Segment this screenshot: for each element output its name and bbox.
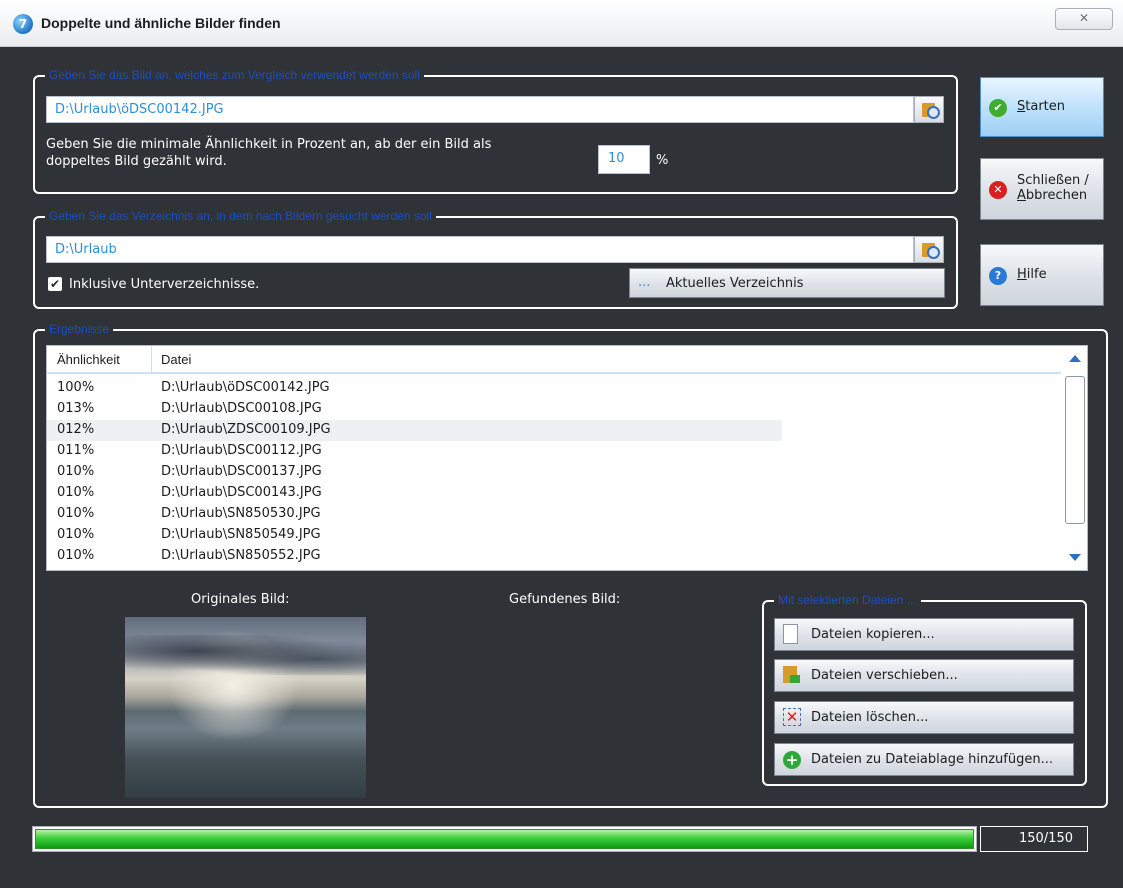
progress-bar: [32, 826, 977, 852]
table-row[interactable]: 013% D:\Urlaub\DSC00108.JPG: [47, 399, 782, 420]
table-row[interactable]: 010% D:\Urlaub\SN850552.JPG: [47, 546, 782, 567]
row-similarity: 010%: [57, 485, 95, 500]
row-file: D:\Urlaub\SN850549.JPG: [161, 527, 321, 542]
window-close-button[interactable]: ✕: [1055, 8, 1113, 30]
results-list-header: Ähnlichkeit Datei: [47, 346, 1061, 374]
close-cancel-button[interactable]: ✕ Schließen / Abbrechen: [980, 158, 1104, 220]
found-image-caption: Gefundenes Bild:: [509, 592, 621, 607]
reference-path-input[interactable]: D:\Urlaub\öDSC00142.JPG: [46, 96, 914, 123]
column-separator[interactable]: [151, 346, 152, 374]
reference-image-group: Geben Sie das Bild an, welches zum Vergl…: [33, 68, 958, 194]
row-file: D:\Urlaub\DSC00137.JPG: [161, 464, 322, 479]
table-row[interactable]: 010% D:\Urlaub\SN850530.JPG: [47, 504, 782, 525]
row-file: D:\Urlaub\DSC00108.JPG: [161, 401, 322, 416]
help-button[interactable]: ? Hilfe: [980, 244, 1104, 306]
progress-counter: 150/150: [980, 826, 1088, 852]
table-row[interactable]: 010% D:\Urlaub\DSC00143.JPG: [47, 483, 782, 504]
reference-group-legend: Geben Sie das Bild an, welches zum Vergl…: [45, 68, 424, 82]
current-directory-label: Aktuelles Verzeichnis: [666, 276, 804, 291]
close-cancel-label: Schließen / Abbrechen: [1017, 173, 1089, 203]
app-icon: 7: [13, 14, 33, 34]
question-icon: ?: [989, 267, 1007, 285]
row-file: D:\Urlaub\SN850530.JPG: [161, 506, 321, 521]
document-icon: [783, 624, 798, 644]
current-directory-button[interactable]: ... Aktuelles Verzeichnis: [629, 268, 945, 298]
checkmark-icon: ✔: [989, 99, 1007, 117]
title-bar: 7 Doppelte und ähnliche Bilder finden ✕: [0, 0, 1123, 47]
folder-search-icon: [922, 243, 940, 259]
copy-files-button[interactable]: Dateien kopieren...: [774, 618, 1074, 651]
row-similarity: 013%: [57, 401, 95, 416]
row-file: D:\Urlaub\DSC00143.JPG: [161, 485, 322, 500]
table-row[interactable]: 012% D:\Urlaub\ZDSC00109.JPG: [47, 420, 782, 441]
error-x-icon: ✕: [989, 181, 1007, 199]
table-row[interactable]: 010% D:\Urlaub\SN850549.JPG: [47, 525, 782, 546]
help-label: Hilfe: [1017, 267, 1047, 282]
column-header-similarity[interactable]: Ähnlichkeit: [57, 352, 120, 367]
row-file: D:\Urlaub\öDSC00142.JPG: [161, 380, 330, 395]
progress-bar-fill: [35, 829, 974, 849]
row-similarity: 012%: [57, 422, 95, 437]
add-to-filestore-button[interactable]: + Dateien zu Dateiablage hinzufügen...: [774, 743, 1074, 776]
directory-group-legend: Geben Sie das Verzeichnis an, in dem nac…: [45, 209, 436, 223]
scroll-thumb[interactable]: [1065, 376, 1085, 524]
original-image-preview: [125, 617, 366, 798]
row-similarity: 010%: [57, 548, 95, 563]
similarity-input[interactable]: 10: [598, 145, 650, 174]
row-similarity: 010%: [57, 527, 95, 542]
copy-files-label: Dateien kopieren...: [811, 627, 935, 642]
row-similarity: 010%: [57, 464, 95, 479]
row-similarity: 011%: [57, 443, 95, 458]
original-image-caption: Originales Bild:: [191, 592, 290, 607]
row-file: D:\Urlaub\ZDSC00109.JPG: [161, 422, 331, 437]
directory-path-input[interactable]: D:\Urlaub: [46, 236, 914, 263]
reference-browse-button[interactable]: [914, 96, 944, 123]
percent-sign: %: [656, 153, 669, 168]
column-header-file[interactable]: Datei: [161, 352, 191, 367]
results-scrollbar[interactable]: [1063, 346, 1087, 570]
row-similarity: 010%: [57, 506, 95, 521]
table-row[interactable]: 010% D:\Urlaub\DSC00137.JPG: [47, 462, 782, 483]
window-title: Doppelte und ähnliche Bilder finden: [41, 15, 281, 31]
include-subdirs-checkbox[interactable]: ✔: [48, 277, 62, 291]
start-label: Starten: [1017, 99, 1066, 114]
delete-files-label: Dateien löschen...: [811, 710, 929, 725]
scroll-up-arrow-icon[interactable]: [1069, 355, 1081, 362]
row-file: D:\Urlaub\SN850552.JPG: [161, 548, 321, 563]
row-similarity: 100%: [57, 380, 95, 395]
start-button[interactable]: ✔ Starten: [980, 77, 1104, 137]
delete-files-button[interactable]: ✕ Dateien löschen...: [774, 701, 1074, 734]
row-file: D:\Urlaub\DSC00112.JPG: [161, 443, 322, 458]
folder-move-icon: [783, 666, 800, 683]
table-row[interactable]: 100% D:\Urlaub\öDSC00142.JPG: [47, 378, 782, 399]
main-window: 7 Doppelte und ähnliche Bilder finden ✕ …: [0, 0, 1123, 888]
found-image-preview: [450, 617, 691, 798]
folder-search-icon: [922, 103, 940, 119]
scroll-down-arrow-icon[interactable]: [1069, 554, 1081, 561]
directory-browse-button[interactable]: [914, 236, 944, 263]
move-files-label: Dateien verschieben...: [811, 668, 958, 683]
table-row[interactable]: 011% D:\Urlaub\DSC00112.JPG: [47, 441, 782, 462]
similarity-label: Geben Sie die minimale Ähnlichkeit in Pr…: [46, 137, 492, 169]
results-list[interactable]: Ähnlichkeit Datei 100% D:\Urlaub\öDSC0014…: [46, 345, 1088, 571]
add-to-filestore-label: Dateien zu Dateiablage hinzufügen...: [811, 752, 1053, 767]
delete-x-icon: ✕: [783, 708, 801, 726]
move-files-button[interactable]: Dateien verschieben...: [774, 659, 1074, 692]
plus-circle-icon: +: [783, 751, 801, 769]
include-subdirs-label: Inklusive Unterverzeichnisse.: [69, 277, 260, 292]
current-directory-dots: ...: [638, 275, 651, 290]
selected-files-legend: Mit selektierten Dateien ...: [774, 593, 921, 607]
results-group-legend: Ergebnisse: [45, 322, 114, 336]
